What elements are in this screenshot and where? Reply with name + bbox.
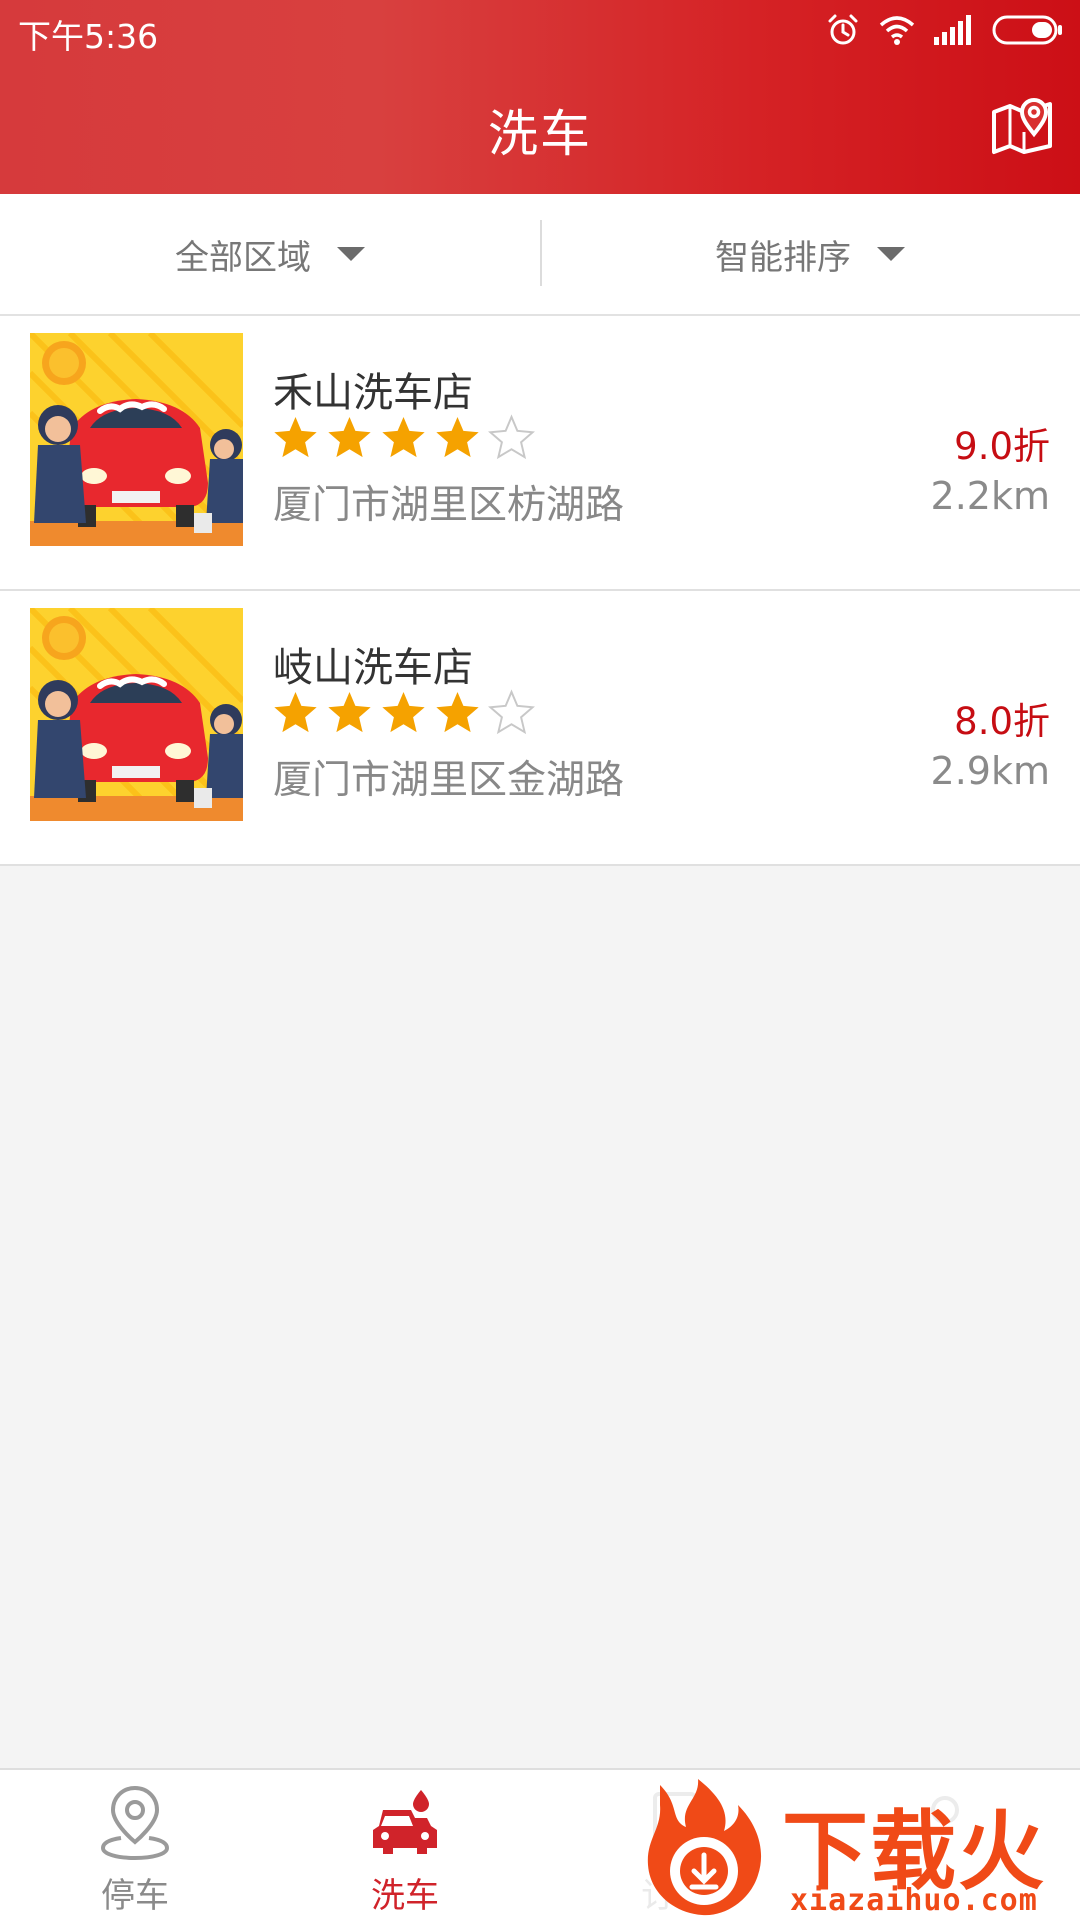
shop-list-item[interactable]: 岐山洗车店 厦门市湖里区金湖路 8.0折 2.9km — [0, 591, 1080, 866]
shop-distance: 2.9km — [930, 749, 1050, 793]
star-rating — [272, 689, 535, 736]
tab-car-wash-label: 洗车 — [371, 1876, 439, 1916]
shop-name: 岐山洗车店 — [273, 645, 473, 691]
star-filled-icon — [274, 416, 317, 458]
star-filled-icon — [436, 691, 479, 733]
tab-parking-label: 停车 — [101, 1876, 169, 1916]
flame-logo-icon — [647, 1779, 762, 1916]
tab-parking[interactable]: 停车 — [0, 1770, 270, 1920]
caret-down-icon — [877, 247, 905, 261]
battery-icon — [992, 14, 1064, 46]
map-pin-icon — [992, 98, 1052, 154]
filter-sort-label: 智能排序 — [715, 237, 851, 278]
status-time: 下午5:36 — [18, 17, 159, 56]
filter-area-dropdown[interactable]: 全部区域 — [0, 194, 540, 314]
shop-address: 厦门市湖里区金湖路 — [273, 758, 625, 803]
signal-icon — [934, 15, 974, 45]
app-header: 下午5:36 洗车 — [0, 0, 1080, 194]
page-title: 洗车 — [488, 105, 592, 163]
parking-location-icon — [100, 1785, 170, 1861]
filter-bar: 全部区域 智能排序 — [0, 194, 1080, 316]
shop-address: 厦门市湖里区枋湖路 — [273, 483, 625, 528]
filter-area-label: 全部区域 — [175, 237, 311, 278]
star-empty-icon — [488, 414, 535, 460]
shop-list-item[interactable]: 禾山洗车店 厦门市湖里区枋湖路 9.0折 2.2km — [0, 316, 1080, 591]
shop-discount: 8.0折 — [954, 700, 1050, 743]
title-bar: 洗车 — [0, 60, 1080, 194]
car-wash-icon — [373, 1790, 437, 1854]
alarm-icon — [826, 13, 860, 47]
star-rating — [272, 414, 535, 461]
caret-down-icon — [337, 247, 365, 261]
watermark-url: xiazaihuo.com — [790, 1883, 1038, 1918]
star-filled-icon — [436, 416, 479, 458]
shop-name: 禾山洗车店 — [273, 370, 473, 416]
car-wash-thumbnail — [30, 333, 243, 546]
status-icons — [826, 12, 1064, 48]
star-filled-icon — [328, 691, 371, 733]
status-bar: 下午5:36 — [0, 0, 1080, 60]
map-button[interactable] — [990, 92, 1054, 156]
shop-discount: 9.0折 — [954, 425, 1050, 468]
watermark-logo: 下载火 xiazaihuo.com — [640, 1775, 1080, 1920]
filter-sort-dropdown[interactable]: 智能排序 — [540, 194, 1080, 314]
star-filled-icon — [328, 416, 371, 458]
star-filled-icon — [274, 691, 317, 733]
shop-list: 禾山洗车店 厦门市湖里区枋湖路 9.0折 2.2km 岐山洗车店 厦门市湖里区金… — [0, 316, 1080, 866]
star-empty-icon — [488, 689, 535, 735]
wifi-icon — [878, 14, 916, 46]
star-filled-icon — [382, 691, 425, 733]
car-wash-thumbnail — [30, 608, 243, 821]
tab-car-wash[interactable]: 洗车 — [270, 1770, 540, 1920]
star-filled-icon — [382, 416, 425, 458]
shop-distance: 2.2km — [930, 474, 1050, 518]
